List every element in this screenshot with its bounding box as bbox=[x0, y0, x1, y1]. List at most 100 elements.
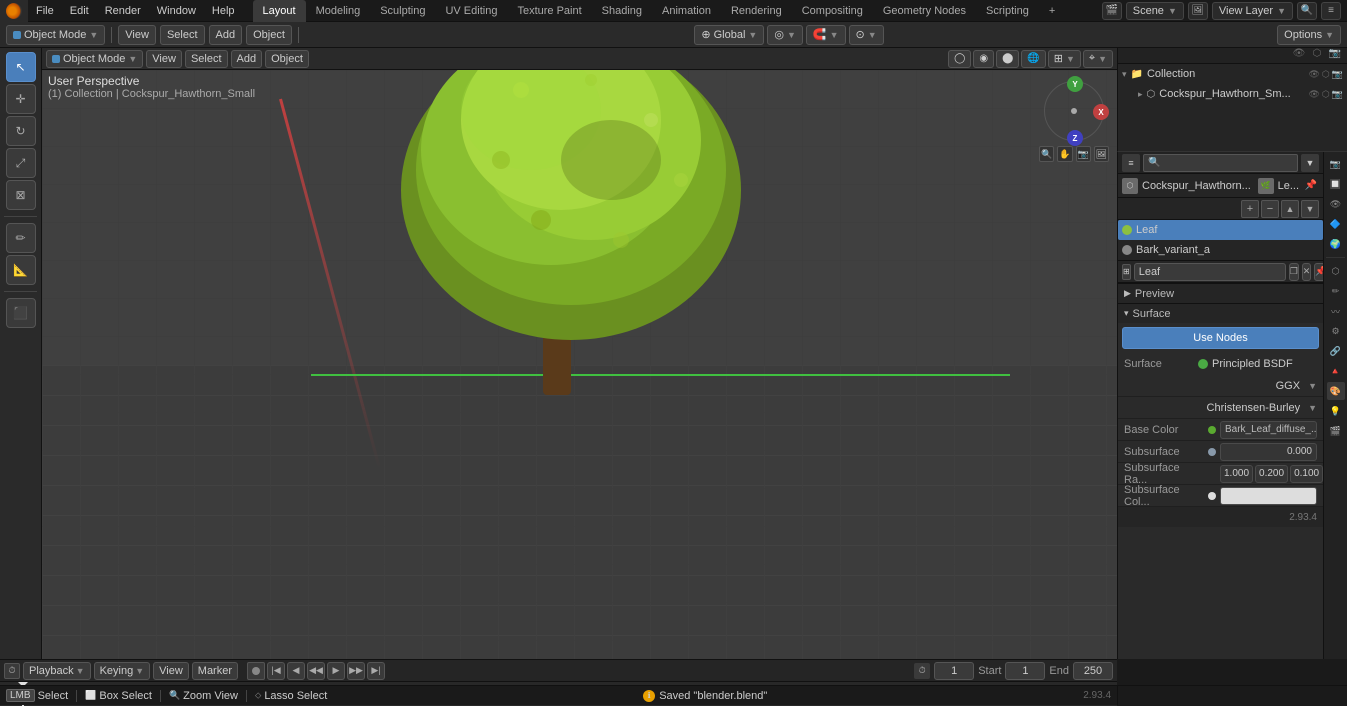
menu-window[interactable]: Window bbox=[149, 0, 204, 22]
prop-icon-material[interactable]: 🎨 bbox=[1327, 382, 1345, 400]
mat-pin2-icon[interactable]: 📌 bbox=[1314, 263, 1323, 281]
prop-type-filter[interactable]: ≡ bbox=[1122, 154, 1140, 172]
subsurface-col-dot[interactable] bbox=[1208, 492, 1216, 500]
use-nodes-btn[interactable]: Use Nodes bbox=[1122, 327, 1319, 349]
mat-slot-leaf[interactable]: Leaf bbox=[1118, 220, 1323, 240]
step-back-btn[interactable]: ◀ bbox=[287, 662, 305, 680]
mat-scroll-down[interactable]: ▼ bbox=[1301, 200, 1319, 218]
play-reverse-btn[interactable]: ◀◀ bbox=[307, 662, 325, 680]
menu-render[interactable]: Render bbox=[97, 0, 149, 22]
skip-end-btn[interactable]: ▶| bbox=[367, 662, 385, 680]
prop-search-input[interactable] bbox=[1143, 154, 1298, 172]
tree-viewport-2[interactable]: ⬡ bbox=[1322, 89, 1330, 100]
viewport-select[interactable]: Select bbox=[185, 50, 228, 68]
mat-browse-icon[interactable]: ⊞ bbox=[1122, 264, 1131, 280]
gizmo-x-axis[interactable]: X bbox=[1093, 104, 1109, 120]
marker-menu[interactable]: Marker bbox=[192, 662, 238, 680]
viewport-area[interactable]: User Perspective (1) Collection | Cocksp… bbox=[42, 70, 1117, 659]
select-tool[interactable]: ↖ bbox=[6, 52, 36, 82]
mat-scroll-up[interactable]: ▲ bbox=[1281, 200, 1299, 218]
outliner-render-col[interactable]: 📷 bbox=[1327, 48, 1343, 59]
filter-icon[interactable]: 🔍 bbox=[1297, 2, 1317, 20]
scene-selector[interactable]: Scene ▼ bbox=[1126, 2, 1184, 20]
transform-selector[interactable]: ⊕ Global ▼ bbox=[694, 25, 764, 45]
scene-icon[interactable]: 🎬 bbox=[1102, 2, 1122, 20]
annotate-tool[interactable]: ✏ bbox=[6, 223, 36, 253]
viewport-view[interactable]: View bbox=[146, 50, 182, 68]
object-menu[interactable]: Object bbox=[246, 25, 292, 45]
subsurface-rad-3[interactable]: 0.100 bbox=[1290, 465, 1323, 483]
prop-icon-shading[interactable]: 💡 bbox=[1327, 402, 1345, 420]
view-layer-selector[interactable]: View Layer ▼ bbox=[1212, 2, 1293, 20]
gizmo-z-axis[interactable]: Z bbox=[1067, 130, 1083, 146]
prop-icon-view-layer[interactable]: 👁 bbox=[1327, 195, 1345, 213]
shading-mat[interactable]: ⬤ bbox=[996, 50, 1019, 68]
current-frame-input[interactable] bbox=[934, 662, 974, 680]
prop-icon-world[interactable]: 🌍 bbox=[1327, 235, 1345, 253]
mode-selector[interactable]: Object Mode ▼ bbox=[6, 25, 105, 45]
shading-dots[interactable]: ◯ bbox=[948, 50, 971, 68]
settings-icon[interactable]: ≡ bbox=[1321, 2, 1341, 20]
mat-copy-icon[interactable]: ❐ bbox=[1289, 263, 1299, 281]
scale-tool[interactable]: ⤢ bbox=[6, 148, 36, 178]
shading-solid[interactable]: ◉ bbox=[973, 50, 994, 68]
keying-menu[interactable]: Keying ▼ bbox=[94, 662, 151, 680]
preview-section[interactable]: ▶ Preview bbox=[1118, 283, 1323, 303]
tab-rendering[interactable]: Rendering bbox=[721, 0, 792, 22]
base-color-dot[interactable] bbox=[1208, 426, 1216, 434]
tab-sculpting[interactable]: Sculpting bbox=[370, 0, 435, 22]
prop-icon-object[interactable]: ⬡ bbox=[1327, 262, 1345, 280]
tree-eye-1[interactable]: 👁 bbox=[1308, 69, 1319, 80]
zoom-gizmo[interactable]: 🔍 bbox=[1039, 146, 1054, 162]
status-box-select[interactable]: ⬜ Box Select bbox=[85, 690, 152, 702]
tab-texture-paint[interactable]: Texture Paint bbox=[507, 0, 591, 22]
menu-file[interactable]: File bbox=[28, 0, 62, 22]
snap-toggle[interactable]: 🧲 ▼ bbox=[806, 25, 846, 45]
mat-remove-btn[interactable]: − bbox=[1261, 200, 1279, 218]
viewport-object[interactable]: Object bbox=[265, 50, 309, 68]
pivot-selector[interactable]: ◎ ▼ bbox=[767, 25, 803, 45]
tl-view-menu[interactable]: View bbox=[153, 662, 189, 680]
subsurface-dot[interactable] bbox=[1208, 448, 1216, 456]
subsurface-col-swatch[interactable] bbox=[1220, 487, 1317, 505]
shading-render[interactable]: 🌐 bbox=[1021, 50, 1045, 68]
prop-icon-scene[interactable]: 🔷 bbox=[1327, 215, 1345, 233]
tree-render-2[interactable]: 📷 bbox=[1332, 89, 1343, 100]
prop-icon-data[interactable]: 🔺 bbox=[1327, 362, 1345, 380]
transform-tool[interactable]: ⊠ bbox=[6, 180, 36, 210]
viewport-add[interactable]: Add bbox=[231, 50, 263, 68]
skip-start-btn[interactable]: |◀ bbox=[267, 662, 285, 680]
base-color-value[interactable]: Bark_Leaf_diffuse_... bbox=[1220, 421, 1317, 439]
tree-eye-2[interactable]: 👁 bbox=[1308, 89, 1319, 100]
prop-icon-modifier[interactable]: ✏ bbox=[1327, 282, 1345, 300]
viewport-mode-dropdown[interactable]: Object Mode ▼ bbox=[46, 50, 143, 68]
outliner-eye-col[interactable]: 👁 bbox=[1291, 48, 1307, 59]
tree-render-1[interactable]: 📷 bbox=[1332, 69, 1343, 80]
prop-icon-particles[interactable]: 〰 bbox=[1327, 302, 1345, 320]
rotate-tool[interactable]: ↻ bbox=[6, 116, 36, 146]
tab-compositing[interactable]: Compositing bbox=[792, 0, 873, 22]
status-lasso[interactable]: ⬦ Lasso Select bbox=[255, 690, 327, 702]
subsurface-rad-2[interactable]: 0.200 bbox=[1255, 465, 1288, 483]
prop-filter-btn[interactable]: ▼ bbox=[1301, 154, 1319, 172]
overlay-toggle[interactable]: ⊞ ▼ bbox=[1048, 50, 1081, 68]
menu-edit[interactable]: Edit bbox=[62, 0, 97, 22]
add-tool[interactable]: ⬛ bbox=[6, 298, 36, 328]
mat-pin-icon[interactable]: 📌 bbox=[1303, 178, 1319, 194]
prop-icon-constraints[interactable]: 🔗 bbox=[1327, 342, 1345, 360]
measure-tool[interactable]: 📐 bbox=[6, 255, 36, 285]
pan-gizmo[interactable]: ✋ bbox=[1057, 146, 1072, 162]
step-forward-btn[interactable]: ▶▶ bbox=[347, 662, 365, 680]
render-gizmo[interactable]: 🖼 bbox=[1094, 146, 1109, 162]
time-format-icon[interactable]: ⏱ bbox=[914, 663, 930, 679]
tab-geometry-nodes[interactable]: Geometry Nodes bbox=[873, 0, 976, 22]
move-tool[interactable]: ✛ bbox=[6, 84, 36, 114]
nav-gizmo[interactable]: X Y Z 🔍 ✋ 📷 🖼 bbox=[1039, 76, 1109, 156]
tree-viewport-1[interactable]: ⬡ bbox=[1322, 69, 1330, 80]
view-layer-icon[interactable]: 🖼 bbox=[1188, 2, 1208, 20]
timeline-editor-icon[interactable]: ⏱ bbox=[4, 663, 20, 679]
surface-section[interactable]: ▾ Surface bbox=[1118, 303, 1323, 323]
tree-scene-collection[interactable]: ▾ 📁 Collection 👁 ⬡ 📷 bbox=[1118, 64, 1347, 84]
end-frame-input[interactable] bbox=[1073, 662, 1113, 680]
select-menu[interactable]: Select bbox=[160, 25, 205, 45]
